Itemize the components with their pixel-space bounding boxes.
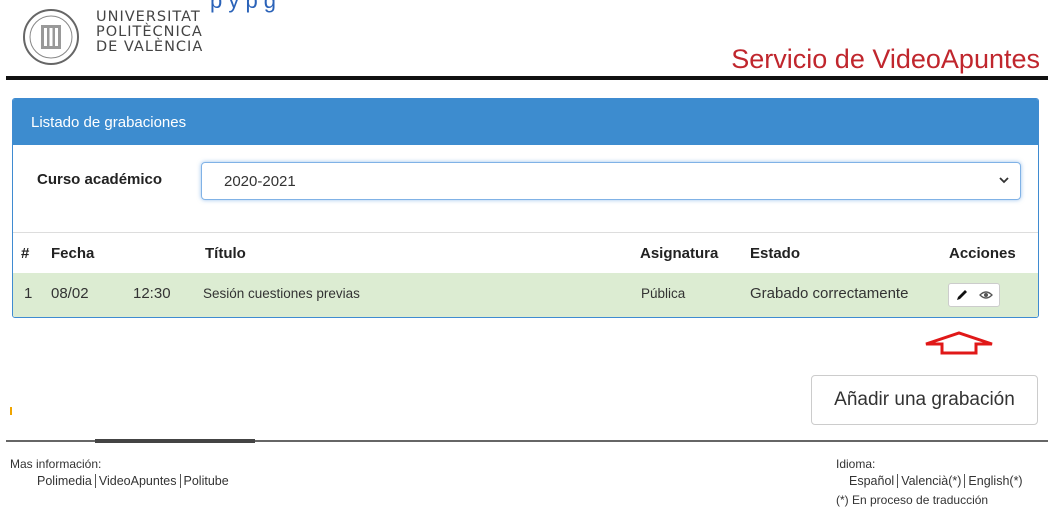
column-date: Fecha [51, 245, 95, 262]
university-name: UNIVERSITAT POLITÈCNICA DE VALÈNCIA [96, 9, 204, 55]
row-date: 08/02 [51, 285, 89, 302]
language-links: Español Valencià(*) English(*) [846, 474, 1026, 488]
link-politube[interactable]: Politube [179, 474, 232, 488]
column-subject: Asignatura [640, 245, 719, 262]
row-actions [948, 283, 1000, 307]
row-status: Grabado correctamente [750, 285, 909, 302]
row-number: 1 [24, 285, 33, 302]
up-arrow-annotation-icon [925, 331, 993, 355]
header-divider [6, 76, 1048, 80]
column-number: # [21, 245, 30, 262]
recordings-panel: Listado de grabaciones Curso académico 2… [12, 98, 1039, 318]
course-row: Curso académico 2020-2021 [13, 159, 1038, 203]
service-title: Servicio de VideoApuntes [731, 44, 1040, 74]
table-header: # Fecha Título Asignatura Estado Accione… [13, 232, 1038, 274]
decorative-mark [10, 407, 12, 415]
column-title: Título [205, 245, 246, 262]
add-recording-button[interactable]: Añadir una grabación [811, 375, 1038, 425]
lang-english[interactable]: English(*) [964, 474, 1025, 488]
row-subject: Pública [641, 286, 686, 301]
view-eye-icon[interactable] [976, 285, 996, 305]
course-label: Curso académico [37, 171, 163, 188]
panel-title: Listado de grabaciones [13, 99, 1038, 145]
cropped-top-text: p y p g [210, 0, 277, 13]
course-select-value: 2020-2021 [224, 172, 296, 190]
lang-valencia[interactable]: Valencià(*) [897, 474, 964, 488]
more-info-label: Mas información: [10, 457, 102, 471]
link-polimedia[interactable]: Polimedia [34, 474, 95, 488]
row-time: 12:30 [133, 285, 171, 302]
column-actions: Acciones [949, 245, 1016, 262]
upv-seal-logo [23, 9, 79, 65]
chevron-down-icon [998, 174, 1010, 189]
edit-pencil-icon[interactable] [952, 285, 972, 305]
translation-note: (*) En proceso de traducción [836, 493, 989, 507]
row-title: Sesión cuestiones previas [203, 286, 360, 301]
lang-espanol[interactable]: Español [846, 474, 897, 488]
table-row: 1 08/02 12:30 Sesión cuestiones previas … [13, 273, 1038, 317]
link-videoapuntes[interactable]: VideoApuntes [94, 474, 180, 488]
course-select[interactable]: 2020-2021 [201, 162, 1021, 200]
column-status: Estado [750, 245, 801, 262]
more-info-links: Polimedia VideoApuntes Politube [34, 474, 232, 488]
language-label: Idioma: [836, 457, 876, 471]
footer-divider-accent [95, 439, 255, 443]
